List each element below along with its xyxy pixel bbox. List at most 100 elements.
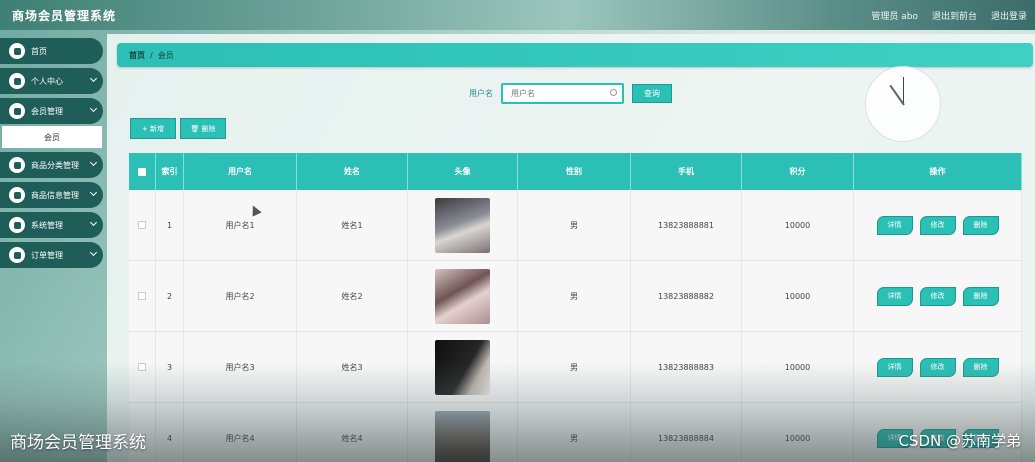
row-gender: 男	[518, 261, 631, 331]
logout-link[interactable]: 退出登录	[991, 9, 1027, 22]
column-header: 姓名	[297, 153, 408, 190]
select-all-checkbox[interactable]	[138, 167, 146, 176]
sidebar-item-label: 系统管理	[31, 220, 63, 230]
row-delete-button[interactable]: 删除	[962, 286, 999, 306]
order-icon	[9, 247, 25, 263]
chevron-down-icon	[89, 104, 98, 113]
breadcrumb-separator: /	[150, 50, 153, 60]
row-points: 10000	[742, 332, 854, 402]
chevron-down-icon	[89, 158, 98, 167]
column-header: 性别	[518, 153, 631, 190]
sidebar: 首页 个人中心 会员管理 会员 商品分类管理 商品信息管理 系统管理 订单管理	[0, 34, 104, 462]
row-phone: 13823888883	[631, 332, 742, 402]
row-points: 10000	[742, 261, 854, 331]
row-points: 10000	[742, 403, 854, 462]
row-name: 姓名4	[297, 403, 408, 462]
member-icon	[9, 103, 25, 119]
row-index: 4	[156, 403, 184, 462]
edit-button[interactable]: 修改	[919, 286, 956, 306]
table-header: 索引 用户名 姓名 头像 性别 手机 积分 操作	[129, 153, 1022, 190]
table-row: 1 用户名1 姓名1 男 13823888881 10000 详情 修改 删除	[129, 190, 1022, 261]
column-header: 索引	[156, 153, 184, 190]
watermark-title: 商场会员管理系统	[10, 433, 146, 453]
chevron-down-icon	[89, 248, 98, 257]
sidebar-item-members[interactable]: 会员管理	[0, 98, 103, 124]
detail-button[interactable]: 详情	[876, 357, 913, 377]
sidebar-item-profile[interactable]: 个人中心	[0, 68, 103, 94]
sidebar-subitem-member[interactable]: 会员	[2, 126, 102, 148]
chevron-down-icon	[89, 218, 98, 227]
sidebar-item-category[interactable]: 商品分类管理	[0, 152, 103, 178]
avatar	[435, 197, 490, 253]
row-phone: 13823888884	[631, 403, 742, 462]
breadcrumb-home[interactable]: 首页	[129, 50, 145, 61]
main-panel: 首页 / 会员 用户名 查询 + 新增 🗑 删除 索引 用户名 姓名 头像 性别…	[107, 34, 1035, 462]
query-button[interactable]: 查询	[632, 84, 672, 103]
sidebar-item-label: 首页	[31, 46, 47, 56]
edit-button[interactable]: 修改	[919, 215, 956, 235]
sidebar-item-system[interactable]: 系统管理	[0, 212, 103, 238]
row-checkbox[interactable]	[138, 292, 146, 300]
row-gender: 男	[518, 332, 631, 402]
table-row: 3 用户名3 姓名3 男 13823888883 10000 详情 修改 删除	[129, 332, 1022, 403]
row-delete-button[interactable]: 删除	[962, 357, 999, 377]
add-button[interactable]: + 新增	[130, 118, 176, 139]
goods-icon	[9, 187, 25, 203]
row-username: 用户名2	[184, 261, 297, 331]
row-index: 2	[156, 261, 184, 331]
search-row: 用户名 查询	[469, 83, 672, 104]
row-phone: 13823888881	[631, 190, 742, 260]
row-points: 10000	[742, 190, 854, 260]
avatar	[435, 268, 490, 324]
header-right: 管理员 abo 退出到前台 退出登录	[871, 9, 1027, 22]
detail-button[interactable]: 详情	[876, 215, 913, 235]
sidebar-item-label: 会员管理	[31, 106, 63, 116]
search-input[interactable]	[501, 83, 624, 104]
breadcrumb: 首页 / 会员	[117, 43, 1033, 67]
column-header: 头像	[408, 153, 518, 190]
row-gender: 男	[518, 190, 631, 260]
sidebar-item-label: 个人中心	[31, 76, 63, 86]
column-header: 用户名	[184, 153, 297, 190]
row-username: 用户名4	[184, 403, 297, 462]
detail-button[interactable]: 详情	[876, 286, 913, 306]
current-user: 管理员 abo	[871, 11, 918, 22]
row-index: 1	[156, 190, 184, 260]
row-phone: 13823888882	[631, 261, 742, 331]
row-gender: 男	[518, 403, 631, 462]
clock-decoration	[865, 66, 941, 142]
home-icon	[9, 43, 25, 59]
row-name: 姓名2	[297, 261, 408, 331]
avatar	[435, 410, 490, 462]
row-username: 用户名1	[184, 190, 297, 260]
row-name: 姓名3	[297, 332, 408, 402]
sidebar-item-goods[interactable]: 商品信息管理	[0, 182, 103, 208]
row-name: 姓名1	[297, 190, 408, 260]
column-header: 积分	[742, 153, 854, 190]
column-header: 操作	[854, 153, 1022, 190]
system-icon	[9, 217, 25, 233]
row-checkbox[interactable]	[138, 221, 146, 229]
avatar	[435, 339, 490, 395]
column-header: 手机	[631, 153, 742, 190]
chevron-down-icon	[89, 74, 98, 83]
top-bar: 商场会员管理系统 管理员 abo 退出到前台 退出登录	[0, 0, 1035, 30]
sidebar-item-label: 商品分类管理	[31, 160, 79, 170]
sidebar-item-orders[interactable]: 订单管理	[0, 242, 103, 268]
sidebar-item-home[interactable]: 首页	[0, 38, 103, 64]
chevron-down-icon	[89, 188, 98, 197]
search-label: 用户名	[469, 89, 493, 98]
row-delete-button[interactable]: 删除	[962, 215, 999, 235]
table-row: 2 用户名2 姓名2 男 13823888882 10000 详情 修改 删除	[129, 261, 1022, 332]
user-icon	[9, 73, 25, 89]
search-icon	[610, 89, 617, 96]
member-table: 索引 用户名 姓名 头像 性别 手机 积分 操作 1 用户名1 姓名1 男 13…	[129, 153, 1022, 462]
delete-button[interactable]: 🗑 删除	[180, 118, 226, 139]
row-username: 用户名3	[184, 332, 297, 402]
row-checkbox[interactable]	[138, 363, 146, 371]
watermark-author: CSDN @苏南学弟	[898, 432, 1021, 450]
back-to-front-link[interactable]: 退出到前台	[932, 9, 977, 22]
edit-button[interactable]: 修改	[919, 357, 956, 377]
sidebar-item-label: 商品信息管理	[31, 190, 79, 200]
row-index: 3	[156, 332, 184, 402]
